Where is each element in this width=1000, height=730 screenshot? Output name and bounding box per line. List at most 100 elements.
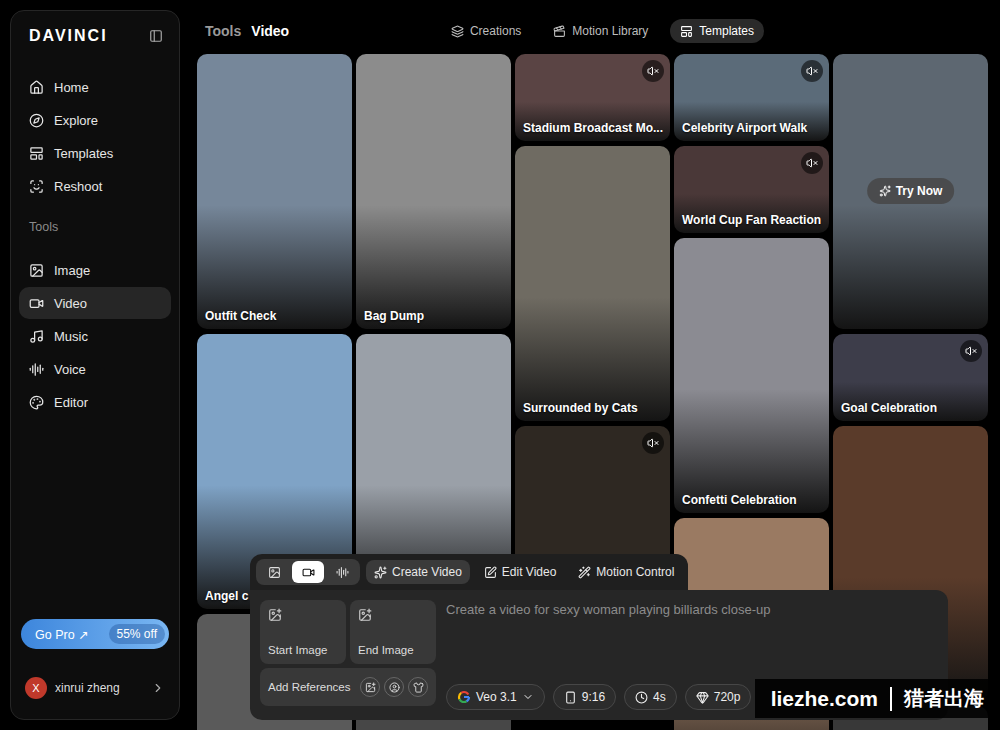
- wand-icon: [578, 566, 591, 579]
- sparkles-icon: [374, 566, 387, 579]
- template-card[interactable]: Outfit Check: [197, 54, 352, 329]
- audio-badge[interactable]: [801, 152, 823, 174]
- music-icon: [29, 329, 44, 344]
- gem-icon: [696, 691, 709, 704]
- phone-icon: [564, 691, 577, 704]
- tool-item[interactable]: Image: [19, 254, 171, 286]
- tool-item[interactable]: Editor: [19, 386, 171, 418]
- template-icon: [29, 146, 44, 161]
- image-icon: [268, 566, 281, 579]
- mode-toggle: [256, 559, 360, 585]
- muted-speaker-icon: [965, 345, 977, 357]
- option-chip[interactable]: 4s: [624, 684, 677, 710]
- option-chip[interactable]: 720p: [685, 684, 752, 710]
- option-chip[interactable]: Veo 3.1: [446, 684, 545, 710]
- app: DAVINCIHomeExploreTemplatesReshootToolsI…: [0, 0, 1000, 730]
- breadcrumb: Tools Video: [205, 23, 441, 39]
- logo[interactable]: DAVINCI: [29, 27, 108, 45]
- try-now-button[interactable]: Try Now: [867, 178, 955, 204]
- template-icon: [680, 25, 693, 38]
- frame-slot[interactable]: End Image: [350, 600, 436, 664]
- video-icon: [302, 566, 315, 579]
- mode-button[interactable]: [326, 561, 358, 583]
- user-row[interactable]: Xxinrui zheng: [19, 669, 171, 707]
- reference-button[interactable]: [384, 677, 404, 697]
- clapperboard-icon: [553, 25, 566, 38]
- layers-icon: [451, 25, 464, 38]
- nav-item[interactable]: Explore: [19, 104, 171, 136]
- template-card[interactable]: Confetti Celebration: [674, 238, 829, 513]
- audio-badge[interactable]: [642, 60, 664, 82]
- nav-item[interactable]: Templates: [19, 137, 171, 169]
- template-card[interactable]: Stadium Broadcast Mo...: [515, 54, 670, 141]
- media-inputs: Start ImageEnd Image Add References: [260, 600, 436, 710]
- nav-item[interactable]: Home: [19, 71, 171, 103]
- card-label: World Cup Fan Reaction: [674, 213, 829, 233]
- shirt-icon: [413, 682, 424, 693]
- audio-badge[interactable]: [642, 432, 664, 454]
- sparkles-icon: [879, 185, 891, 197]
- option-chip[interactable]: 9:16: [553, 684, 616, 710]
- user-name: xinrui zheng: [55, 681, 143, 695]
- voice-icon: [29, 362, 44, 377]
- card-label: Angel c: [197, 589, 256, 609]
- frame-slot[interactable]: Start Image: [260, 600, 346, 664]
- reference-buttons: [360, 677, 428, 697]
- composer-tab[interactable]: Edit Video: [476, 560, 565, 584]
- audio-icon: [336, 566, 349, 579]
- home-icon: [29, 80, 44, 95]
- scan-face-icon: [29, 179, 44, 194]
- references-row[interactable]: Add References: [260, 668, 436, 706]
- view-tab[interactable]: Templates: [670, 19, 764, 43]
- breadcrumb-item[interactable]: Tools: [205, 23, 241, 39]
- palette-icon: [29, 395, 44, 410]
- card-label: Goal Celebration: [833, 401, 945, 421]
- collapse-icon[interactable]: [149, 29, 163, 43]
- clock-icon: [635, 691, 648, 704]
- tool-item[interactable]: Video: [19, 287, 171, 319]
- tool-item[interactable]: Music: [19, 320, 171, 352]
- reference-button[interactable]: [408, 677, 428, 697]
- audio-badge[interactable]: [960, 340, 982, 362]
- discount-badge: 55% off: [109, 624, 165, 644]
- tool-item[interactable]: Voice: [19, 353, 171, 385]
- prompt-input[interactable]: Create a video for sexy woman playing bi…: [446, 600, 938, 617]
- chevron-right-icon: [151, 681, 165, 695]
- view-tab[interactable]: Creations: [441, 19, 531, 43]
- view-tab[interactable]: Motion Library: [543, 19, 658, 43]
- chevron-down-icon: [522, 691, 534, 703]
- main: Tools Video Creations Motion Library Templat…: [190, 0, 1000, 730]
- sidebar: DAVINCI HomeExploreTemplatesReshoot Tools I…: [0, 0, 190, 730]
- template-card[interactable]: Goal Celebration: [833, 334, 988, 421]
- template-card[interactable]: World Cup Fan Reaction: [674, 146, 829, 233]
- card-label: Confetti Celebration: [674, 493, 805, 513]
- muted-speaker-icon: [647, 437, 659, 449]
- card-label: Bag Dump: [356, 309, 432, 329]
- mode-button[interactable]: [292, 561, 324, 583]
- card-label: Outfit Check: [197, 309, 284, 329]
- template-card[interactable]: Bag Dump: [356, 54, 511, 329]
- audio-badge[interactable]: [801, 60, 823, 82]
- nav-item[interactable]: Reshoot: [19, 170, 171, 202]
- compass-icon: [29, 113, 44, 128]
- muted-speaker-icon: [806, 65, 818, 77]
- card-label: Celebrity Airport Walk: [674, 121, 815, 141]
- view-tabs: Creations Motion Library Templates: [441, 19, 764, 43]
- image-icon: [365, 682, 376, 693]
- muted-speaker-icon: [806, 157, 818, 169]
- card-label: Surrounded by Cats: [515, 401, 646, 421]
- mode-button[interactable]: [258, 561, 290, 583]
- template-card[interactable]: Surrounded by Cats: [515, 146, 670, 421]
- reference-button[interactable]: [360, 677, 380, 697]
- edit-icon: [484, 566, 497, 579]
- logo-row: DAVINCI: [19, 23, 171, 57]
- section-label: Tools: [29, 220, 161, 234]
- user-avatar: X: [25, 677, 47, 699]
- go-pro-button[interactable]: Go Pro ↗55% off: [21, 619, 169, 649]
- composer-tab[interactable]: Motion Control: [570, 560, 682, 584]
- header: Tools Video Creations Motion Library Templat…: [197, 0, 1000, 54]
- composer-tab[interactable]: Create Video: [366, 560, 470, 584]
- template-card[interactable]: Try Now: [833, 54, 988, 329]
- template-card[interactable]: Celebrity Airport Walk: [674, 54, 829, 141]
- breadcrumb-item[interactable]: Video: [251, 23, 289, 39]
